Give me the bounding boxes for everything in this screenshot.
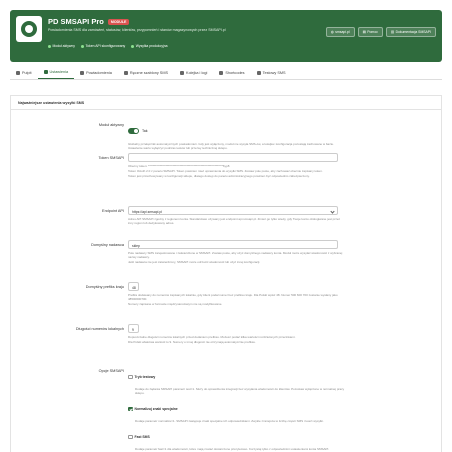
module-title: PD SMSAPI Pro MODULE: [48, 17, 130, 26]
list-icon: [180, 71, 185, 75]
message-icon: [123, 71, 128, 75]
send-icon: [256, 71, 261, 75]
local-length-input[interactable]: 9: [128, 324, 139, 333]
module-active-help: Globalny przełącznik automatycznych powi…: [128, 142, 334, 150]
token-label: Token SMSAPI: [98, 156, 124, 160]
endpoint-help: Adres API SMSAPI zgodny z regionem konta…: [128, 217, 341, 225]
docs-button[interactable]: ▥ Dokumentacja SMSAPI: [385, 27, 436, 37]
status-item: Wysyłka produkcyjna: [131, 44, 168, 48]
tab-test-sms[interactable]: Testowy SMS: [251, 71, 292, 79]
help-icon: ▤: [362, 30, 366, 34]
module-badge: MODULE: [107, 18, 130, 25]
module-active-toggle[interactable]: [128, 127, 139, 134]
smsapi-link-button[interactable]: ◍ smsapi.pl: [325, 27, 355, 37]
fast-sms-help: Dodaje parametr fast=1 dla wiadomości, k…: [135, 447, 330, 451]
token-input[interactable]: [128, 153, 338, 162]
status-item: Moduł aktywny: [48, 44, 75, 48]
code-icon: [219, 71, 224, 75]
local-length-help: Dopuszczalne długości numerów lokalnych …: [128, 335, 296, 339]
module-title-text: PD SMSAPI Pro: [48, 17, 104, 26]
tab-queue-logs[interactable]: Kolejka i logi: [174, 71, 213, 79]
bell-icon: [80, 71, 85, 75]
status-dot-icon: [131, 44, 135, 48]
normalize-help: Dodaje parametr normalize=1. SMSAPI zast…: [135, 419, 324, 423]
sender-label: Domyślny nadawca: [91, 243, 124, 247]
endpoint-select[interactable]: https://api.smsapi.pl: [128, 206, 338, 215]
header-buttons: ◍ smsapi.pl ▤ Pomoc ▥ Dokumentacja SMSAPI: [325, 27, 436, 37]
test-mode-help: Dodaje do żądania SMSAPI parametr test=1…: [135, 387, 345, 395]
option-test-mode: Tryb testowy Dodaje do żądania SMSAPI pa…: [128, 368, 350, 395]
globe-icon: ◍: [330, 30, 334, 34]
sender-note: Jeśli nadawca nie jest zatwierdzony, SMS…: [128, 260, 261, 264]
module-description: Powiadomienia SMS dla zamówień, statusów…: [48, 28, 226, 32]
tab-settings[interactable]: Ustawienia: [37, 70, 75, 79]
module-active-label: Moduł aktywny: [98, 123, 124, 127]
gear-icon: [43, 70, 48, 74]
toggle-label: Tak: [142, 128, 148, 133]
module-logo: [16, 16, 42, 42]
tab-bar: Pulpit Ustawienia Powiadomienia Ręczne s…: [10, 66, 442, 80]
tab-dashboard[interactable]: Pulpit: [10, 71, 38, 79]
status-item: Token API skonfigurowany: [80, 44, 125, 48]
endpoint-label: Endpoint API: [102, 209, 124, 213]
local-length-label: Długości numerów lokalnych: [75, 327, 124, 331]
option-normalize: Normalizuj znaki specjalne Dodaje parame…: [128, 400, 350, 423]
sender-help: Pole nadawcy SMS zarejestrowane i zatwie…: [128, 251, 343, 259]
prefix-help: Prefiks dodawany do numerów zapisanych l…: [128, 293, 338, 301]
fast-sms-checkbox[interactable]: [128, 434, 133, 440]
prefix-label: Domyślny prefiks kraju: [85, 285, 124, 289]
local-length-note: Dla Polski właściwa wartość to 9. Numery…: [128, 340, 256, 344]
test-mode-checkbox[interactable]: [128, 374, 133, 380]
token-current: Obecny token: **************************…: [128, 164, 230, 168]
tab-notifications[interactable]: Powiadomienia: [74, 71, 118, 79]
panel-heading: Najważniejsze ustawienia wysyłki SMS: [11, 96, 441, 110]
status-dot-icon: [80, 44, 84, 48]
sender-input[interactable]: sklep: [128, 240, 338, 249]
dashboard-icon: [16, 71, 20, 75]
options-label: Opcje SMSAPI: [98, 369, 124, 373]
status-list: Moduł aktywny Token API skonfigurowany W…: [48, 44, 168, 48]
tab-manual-templates[interactable]: Ręczne szablony SMS: [118, 71, 174, 79]
chevron-down-icon: [330, 208, 335, 214]
module-header: PD SMSAPI Pro MODULE Powiadomienia SMS d…: [10, 10, 442, 62]
prefix-input[interactable]: 48: [128, 282, 139, 291]
settings-panel: Najważniejsze ustawienia wysyłki SMS Mod…: [10, 95, 442, 452]
tab-shortcodes[interactable]: Shortcodes: [213, 71, 250, 79]
normalize-checkbox[interactable]: [128, 406, 133, 412]
fast-sms-label: Fast SMS: [134, 434, 150, 439]
help-button[interactable]: ▤ Pomoc: [357, 27, 383, 37]
normalize-label: Normalizuj znaki specjalne: [134, 406, 178, 411]
token-security-note: Token jest przechowywany w konfiguracji …: [128, 174, 310, 178]
option-fast-sms: Fast SMS Dodaje parametr fast=1 dla wiad…: [128, 428, 350, 451]
book-icon: ▥: [390, 30, 395, 34]
token-help: Token OAuth 2.0 z panelu SMSAPI. Token p…: [128, 169, 323, 173]
status-dot-icon: [48, 44, 51, 48]
prefix-note: Numery zapisane w formacie międzynarodow…: [128, 302, 223, 306]
app-frame: PD SMSAPI Pro MODULE Powiadomienia SMS d…: [0, 0, 452, 452]
test-mode-label: Tryb testowy: [134, 374, 156, 379]
